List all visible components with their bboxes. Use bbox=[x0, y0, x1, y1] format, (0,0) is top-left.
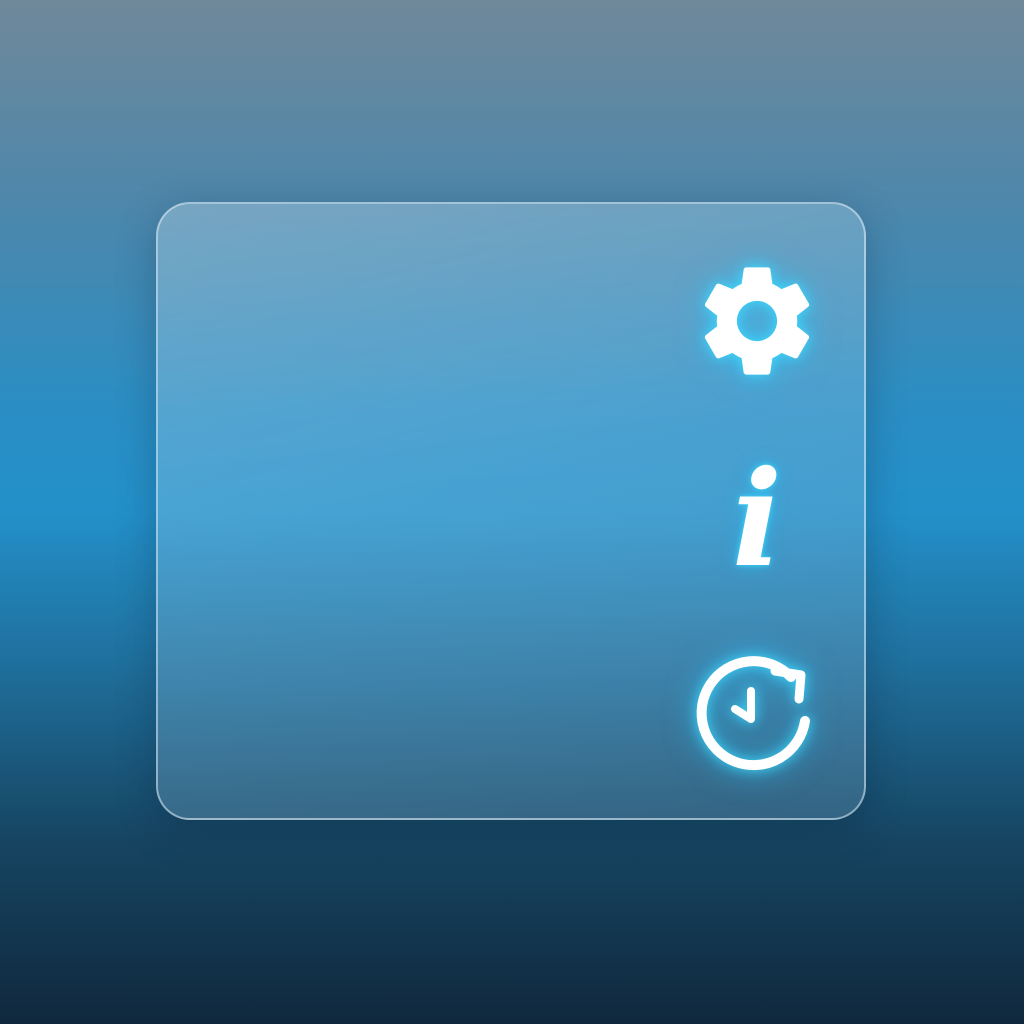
settings-button[interactable] bbox=[684, 248, 830, 394]
gear-icon bbox=[704, 267, 810, 375]
info-icon: i bbox=[731, 442, 783, 597]
history-button[interactable] bbox=[688, 646, 826, 784]
history-icon bbox=[696, 656, 810, 771]
info-button[interactable]: i bbox=[700, 452, 814, 588]
